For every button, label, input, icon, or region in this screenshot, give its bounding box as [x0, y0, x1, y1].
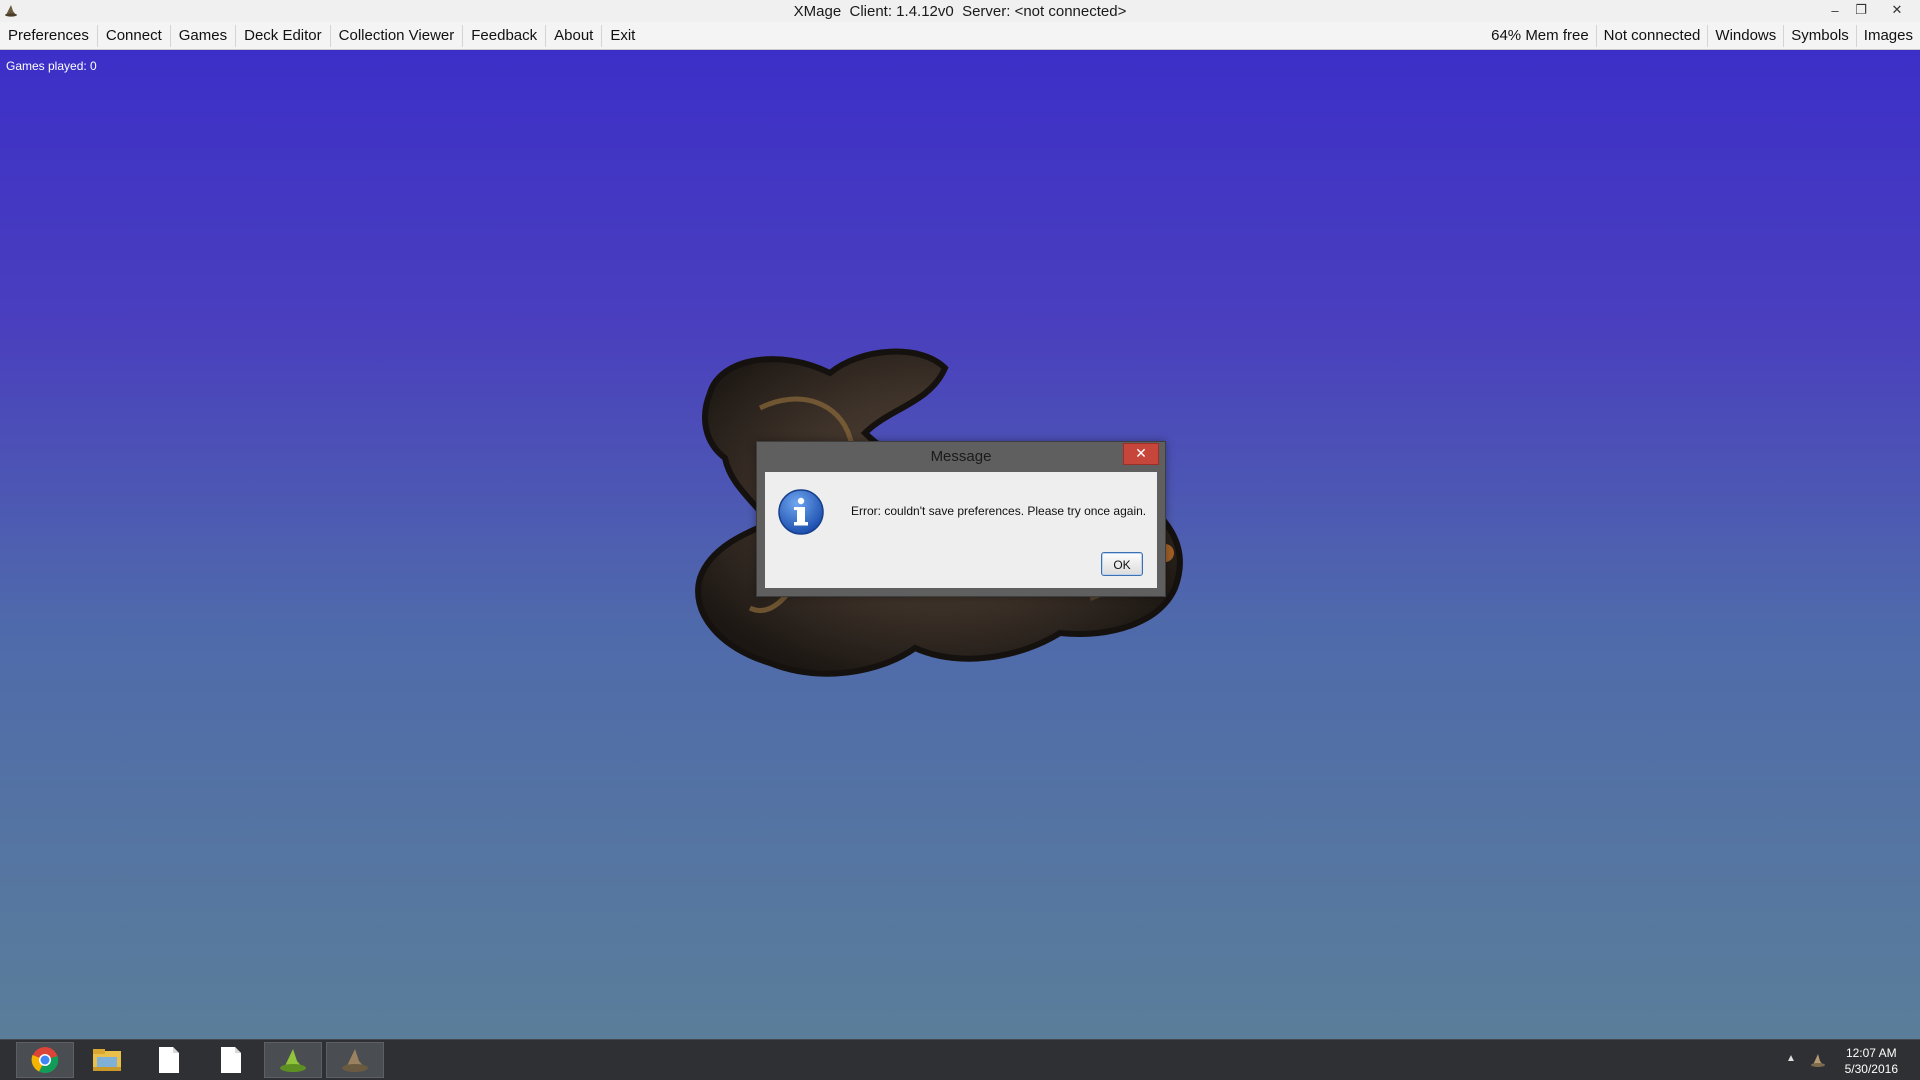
- title-bar: XMage Client: 1.4.12v0 Server: <not conn…: [0, 0, 1920, 22]
- menu-exit[interactable]: Exit: [602, 25, 643, 47]
- document-icon: [159, 1047, 179, 1073]
- menu-feedback[interactable]: Feedback: [463, 24, 547, 47]
- taskbar-clock[interactable]: 12:07 AM 5/30/2016: [1845, 1045, 1898, 1077]
- document-icon: [221, 1047, 241, 1073]
- message-dialog: Message ✕ Error: couldn't save preferenc…: [756, 441, 1166, 597]
- clock-date: 5/30/2016: [1844, 1062, 1898, 1076]
- dialog-body: Error: couldn't save preferences. Please…: [765, 472, 1157, 588]
- window-title: XMage Client: 1.4.12v0 Server: <not conn…: [793, 2, 1127, 20]
- menu-games[interactable]: Games: [171, 24, 237, 47]
- window-controls: – ❐ ✕: [1822, 0, 1920, 20]
- dialog-message: Error: couldn't save preferences. Please…: [851, 504, 1147, 518]
- menu-deck-editor[interactable]: Deck Editor: [236, 24, 331, 47]
- chrome-icon: [31, 1047, 59, 1074]
- information-icon: [778, 489, 824, 535]
- menu-windows[interactable]: Windows: [1708, 24, 1785, 47]
- dialog-title: Message: [930, 448, 992, 465]
- menu-left: Preferences Connect Games Deck Editor Co…: [0, 22, 643, 49]
- dialog-close-button[interactable]: ✕: [1123, 443, 1159, 465]
- connection-status: Not connected: [1597, 24, 1709, 47]
- ok-button[interactable]: OK: [1101, 552, 1143, 576]
- menu-connect[interactable]: Connect: [98, 24, 171, 47]
- restore-button[interactable]: ❐: [1848, 0, 1874, 20]
- memory-status: 64% Mem free: [1484, 24, 1597, 47]
- tray-expand-icon[interactable]: ▲: [1786, 1053, 1796, 1064]
- taskbar-document-1[interactable]: [140, 1042, 198, 1078]
- games-played-label: Games played: 0: [6, 59, 97, 73]
- screen: XMage Client: 1.4.12v0 Server: <not conn…: [0, 0, 1920, 1080]
- file-explorer-icon: [93, 1049, 121, 1071]
- xmage-client-icon: [342, 1049, 368, 1072]
- taskbar-document-2[interactable]: [202, 1042, 260, 1078]
- xmage-tray-icon[interactable]: [1810, 1052, 1826, 1068]
- menu-preferences[interactable]: Preferences: [0, 24, 98, 47]
- taskbar-file-explorer[interactable]: [78, 1042, 136, 1078]
- xmage-launcher-icon: [280, 1049, 306, 1072]
- menu-images[interactable]: Images: [1857, 25, 1920, 47]
- menu-bar: Preferences Connect Games Deck Editor Co…: [0, 22, 1920, 50]
- close-window-button[interactable]: ✕: [1874, 0, 1920, 20]
- minimize-button[interactable]: –: [1822, 0, 1848, 20]
- taskbar: ▲ 12:07 AM 5/30/2016: [0, 1039, 1920, 1080]
- taskbar-xmage-client[interactable]: [326, 1042, 384, 1078]
- menu-symbols[interactable]: Symbols: [1784, 24, 1857, 47]
- menu-about[interactable]: About: [546, 24, 603, 47]
- taskbar-chrome[interactable]: [16, 1042, 74, 1078]
- taskbar-xmage-launcher[interactable]: [264, 1042, 322, 1078]
- menu-right: 64% Mem free Not connected Windows Symbo…: [1484, 22, 1920, 49]
- xmage-hat-icon[interactable]: [4, 3, 18, 17]
- menu-collection-viewer[interactable]: Collection Viewer: [331, 24, 464, 47]
- clock-time: 12:07 AM: [1845, 1046, 1897, 1060]
